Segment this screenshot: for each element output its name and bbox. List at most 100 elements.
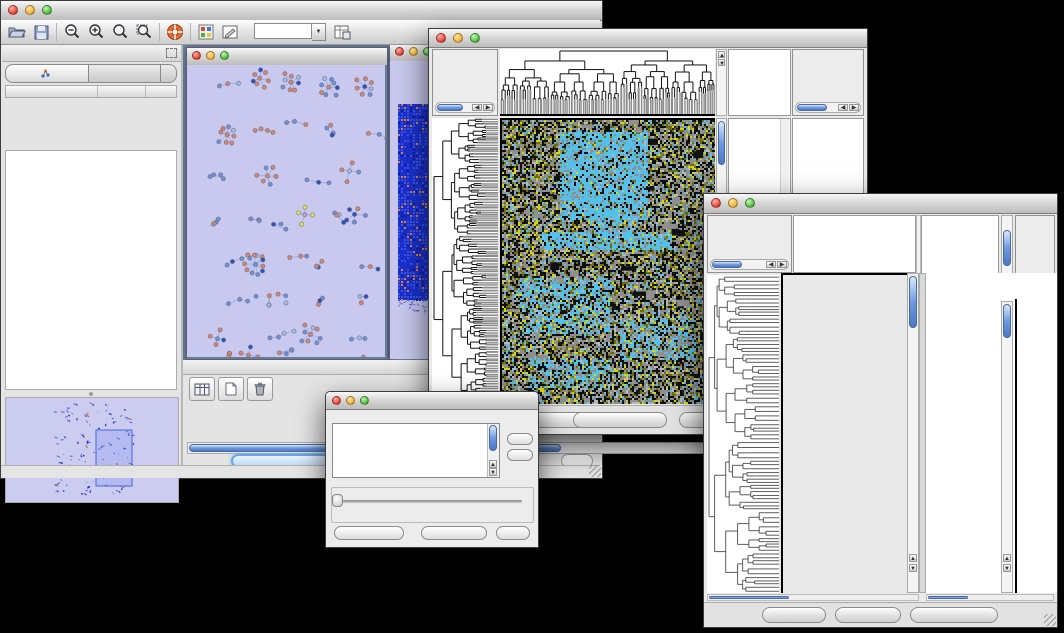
resize-grip[interactable] <box>589 465 601 477</box>
attribute-list-scrollbar[interactable]: ▲ ▼ <box>487 424 499 477</box>
search-input[interactable] <box>254 23 312 39</box>
tv1-correlation-matrix[interactable] <box>730 122 778 170</box>
resize-grip[interactable] <box>1044 614 1056 626</box>
save-icon[interactable] <box>29 21 53 43</box>
vscroll-thumb[interactable] <box>1003 230 1011 266</box>
dialog-titlebar[interactable] <box>326 392 538 410</box>
settings-button[interactable] <box>762 607 826 623</box>
minimize-icon[interactable] <box>453 33 463 43</box>
tab-overflow-arrow[interactable] <box>161 64 177 83</box>
scroll-left-icon[interactable]: ◀ <box>472 104 482 111</box>
scroll-left-icon[interactable]: ◀ <box>766 261 776 268</box>
close-icon[interactable] <box>192 51 201 60</box>
vscroll-thumb[interactable] <box>909 276 917 328</box>
zoom-in-icon[interactable] <box>84 21 108 43</box>
scroll-right-icon[interactable]: ▶ <box>777 261 787 268</box>
main-titlebar[interactable] <box>1 1 602 21</box>
tv2-column-dendrogram[interactable] <box>793 215 916 273</box>
tv2-pane-divider[interactable] <box>919 273 926 593</box>
minimize-icon[interactable] <box>25 5 35 15</box>
done-button[interactable] <box>496 526 530 540</box>
zoom-fit-icon[interactable] <box>108 21 132 43</box>
zoom-window-icon[interactable] <box>360 396 369 405</box>
tv1-hints-scrollbar[interactable]: ◀ ▶ <box>795 102 861 113</box>
tv2-zoom-heatmap[interactable] <box>926 301 1000 593</box>
vscroll-thumb[interactable] <box>1003 304 1011 338</box>
scroll-left-icon[interactable]: ◀ <box>838 104 848 111</box>
tv2-heatmap[interactable] <box>781 273 907 593</box>
scroll-down-icon[interactable]: ▼ <box>718 59 725 66</box>
network-list-empty-area[interactable] <box>5 150 177 390</box>
network-canvas[interactable] <box>187 65 385 357</box>
export-graphics-button[interactable] <box>910 607 998 623</box>
save-data-button[interactable] <box>835 607 901 623</box>
scroll-up-icon[interactable]: ▲ <box>1003 554 1011 562</box>
speed-slider-thumb[interactable] <box>332 494 343 507</box>
scroll-down-icon[interactable]: ▼ <box>489 468 497 476</box>
tv2-status-scrollbar[interactable]: ◀ ▶ <box>710 259 789 270</box>
close-icon[interactable] <box>711 198 721 208</box>
panel-splitter[interactable] <box>5 391 177 396</box>
close-icon[interactable] <box>8 5 18 15</box>
zoom-window-icon[interactable] <box>470 33 480 43</box>
tab-vizmapper[interactable] <box>89 64 161 83</box>
search-dropdown-arrow-icon[interactable]: ▼ <box>312 23 326 41</box>
create-vizmap-button[interactable] <box>421 526 487 540</box>
close-icon[interactable] <box>332 396 341 405</box>
tab-network[interactable] <box>5 64 89 83</box>
treeview1-titlebar[interactable] <box>429 29 867 48</box>
tv1-column-dendrogram[interactable] <box>500 49 715 116</box>
scroll-up-icon[interactable]: ▲ <box>489 460 497 468</box>
vscroll-thumb[interactable] <box>718 121 725 165</box>
zoom-window-icon[interactable] <box>42 5 52 15</box>
select-attributes-icon[interactable] <box>189 377 215 401</box>
animate-vizmap-button[interactable] <box>334 526 404 540</box>
move-up-button[interactable] <box>507 433 533 445</box>
float-panel-icon[interactable] <box>166 48 177 58</box>
scroll-up-icon[interactable]: ▲ <box>909 554 917 562</box>
zoom-window-icon[interactable] <box>745 198 755 208</box>
tv1-col-scrollbar[interactable]: ▲ ▼ <box>716 49 727 116</box>
scroll-up-icon[interactable]: ▲ <box>718 51 725 58</box>
speed-slider-track[interactable] <box>342 500 522 503</box>
tv1-row-dendrogram[interactable] <box>432 118 498 404</box>
gene-list <box>1015 299 1061 593</box>
vscroll-thumb[interactable] <box>489 425 497 451</box>
tv2-zoom-hscrollbar[interactable] <box>926 594 1054 601</box>
col-edges[interactable] <box>146 86 176 97</box>
birdseye-view[interactable] <box>5 397 179 503</box>
scroll-right-icon[interactable]: ▶ <box>849 104 859 111</box>
move-down-button[interactable] <box>507 449 533 461</box>
close-icon[interactable] <box>395 47 404 56</box>
scroll-right-icon[interactable]: ▶ <box>483 104 493 111</box>
open-folder-icon[interactable] <box>5 21 29 43</box>
minimize-icon[interactable] <box>346 396 355 405</box>
annotation-icon[interactable] <box>218 21 242 43</box>
network-view-titlebar[interactable] <box>187 48 387 66</box>
new-attribute-icon[interactable] <box>218 377 244 401</box>
tv1-heatmap[interactable] <box>500 118 715 404</box>
tv2-zoom-scrollbar[interactable]: ▲ ▼ <box>1001 301 1013 593</box>
zoom-out-icon[interactable] <box>60 21 84 43</box>
col-nodes[interactable] <box>98 86 146 97</box>
close-icon[interactable] <box>436 33 446 43</box>
tv2-hscrollbar[interactable] <box>707 594 919 601</box>
tv2-heat-vscrollbar[interactable]: ▲ ▼ <box>907 273 919 593</box>
scroll-down-icon[interactable]: ▼ <box>909 564 917 572</box>
minimize-icon[interactable] <box>409 47 418 56</box>
delete-attribute-trash-icon[interactable] <box>247 377 273 401</box>
export-graphics-button[interactable] <box>573 412 667 428</box>
vizmapper-palette-icon[interactable] <box>194 21 218 43</box>
treeview2-titlebar[interactable] <box>704 194 1057 214</box>
minimize-icon[interactable] <box>206 51 215 60</box>
tv1-status-scrollbar[interactable]: ◀ ▶ <box>435 102 495 113</box>
zoom-selected-icon[interactable] <box>132 21 156 43</box>
attribute-list[interactable]: ▲ ▼ <box>332 423 500 478</box>
help-lifering-icon[interactable] <box>163 21 187 43</box>
col-network[interactable] <box>6 86 98 97</box>
scroll-down-icon[interactable]: ▼ <box>1003 564 1011 572</box>
network-table-icon[interactable] <box>330 21 354 43</box>
minimize-icon[interactable] <box>728 198 738 208</box>
tv2-row-dendrogram[interactable] <box>707 275 779 593</box>
zoom-window-icon[interactable] <box>220 51 229 60</box>
